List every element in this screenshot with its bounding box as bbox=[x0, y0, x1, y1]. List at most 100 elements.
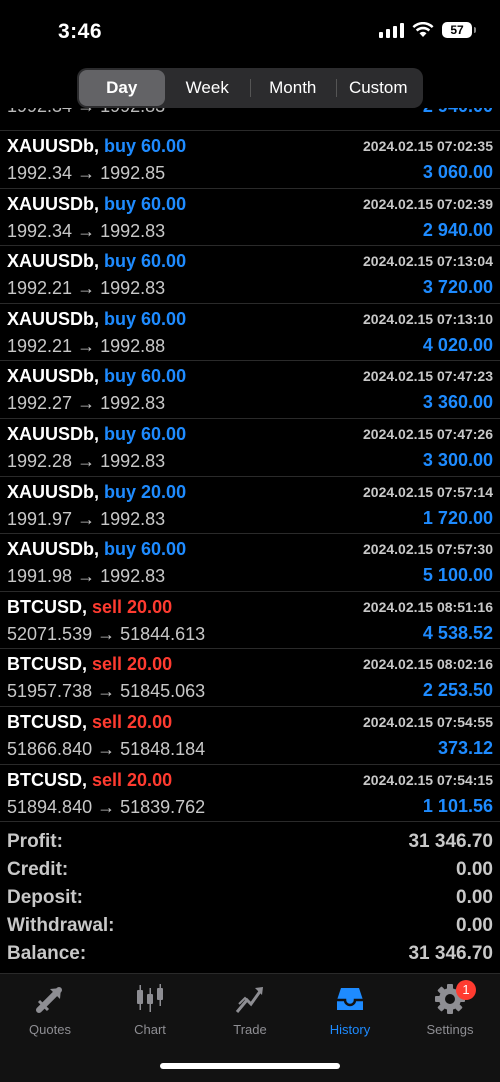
deal-title: XAUUSDb, buy 60.00 bbox=[7, 539, 186, 560]
partial-row-profit: 2 940.00 bbox=[423, 108, 493, 117]
deal-symbol: XAUUSDb, bbox=[7, 308, 100, 329]
chart-icon bbox=[100, 982, 200, 1016]
deal-symbol: XAUUSDb, bbox=[7, 481, 100, 502]
deal-title: BTCUSD, sell 20.00 bbox=[7, 597, 172, 618]
deal-prices: 1992.21 → 1992.88 bbox=[7, 335, 166, 356]
deal-row[interactable]: XAUUSDb, buy 60.00 2024.02.15 07:57:30 199… bbox=[0, 534, 500, 592]
deal-profit: 2 253.50 bbox=[422, 680, 493, 701]
partial-deal-row[interactable]: 1992.34 → 1992.83 2 940.00 bbox=[0, 108, 500, 131]
deal-time: 2024.02.15 07:02:39 bbox=[363, 195, 493, 212]
deal-symbol: BTCUSD, bbox=[7, 654, 87, 675]
settings-icon bbox=[400, 982, 500, 1016]
deal-side-volume: sell 20.00 bbox=[92, 596, 173, 617]
wifi-icon bbox=[412, 22, 434, 37]
deal-time: 2024.02.15 07:57:30 bbox=[363, 541, 493, 558]
deal-time: 2024.02.15 07:54:15 bbox=[363, 771, 493, 788]
deal-row[interactable]: XAUUSDb, buy 60.00 2024.02.15 07:47:23 199… bbox=[0, 361, 500, 419]
deal-side-volume: buy 60.00 bbox=[104, 423, 187, 444]
deal-symbol: XAUUSDb, bbox=[7, 251, 100, 272]
deal-prices: 1992.27 → 1992.83 bbox=[7, 393, 166, 414]
deal-prices: 51957.738 → 51845.063 bbox=[7, 681, 206, 702]
summary-value: 31 346.70 bbox=[408, 831, 493, 852]
deal-symbol: BTCUSD, bbox=[7, 769, 87, 790]
deal-row[interactable]: XAUUSDb, buy 60.00 2024.02.15 07:13:10 199… bbox=[0, 304, 500, 362]
tab-bar-trade[interactable]: Trade bbox=[200, 982, 300, 1037]
notification-badge: 1 bbox=[456, 980, 476, 1000]
deal-row[interactable]: XAUUSDb, buy 20.00 2024.02.15 07:57:14 199… bbox=[0, 477, 500, 535]
tab-bar-history[interactable]: History bbox=[300, 982, 400, 1037]
deal-symbol: BTCUSD, bbox=[7, 711, 87, 732]
deals-list[interactable]: 1992.34 → 1992.83 2 940.00 XAUUSDb, buy … bbox=[0, 108, 500, 828]
deal-side-volume: buy 60.00 bbox=[104, 366, 187, 387]
summary-value: 0.00 bbox=[456, 859, 493, 880]
history-icon bbox=[300, 982, 400, 1016]
tab-label: Quotes bbox=[29, 1022, 71, 1037]
deal-title: BTCUSD, sell 20.00 bbox=[7, 770, 172, 791]
deal-time: 2024.02.15 07:57:14 bbox=[363, 483, 493, 500]
deal-row[interactable]: BTCUSD, sell 20.00 2024.02.15 07:54:15 518… bbox=[0, 765, 500, 823]
deal-prices: 1992.28 → 1992.83 bbox=[7, 450, 166, 471]
deal-row[interactable]: BTCUSD, sell 20.00 2024.02.15 08:02:16 519… bbox=[0, 649, 500, 707]
deal-symbol: BTCUSD, bbox=[7, 596, 87, 617]
deal-prices: 1992.34 → 1992.83 bbox=[7, 220, 166, 241]
deal-profit: 1 101.56 bbox=[422, 795, 493, 816]
deal-side-volume: buy 60.00 bbox=[104, 539, 187, 560]
home-indicator bbox=[160, 1063, 340, 1069]
deal-side-volume: buy 20.00 bbox=[104, 481, 187, 502]
tab-day[interactable]: Day bbox=[79, 70, 165, 106]
history-screen: 3:46 57 DayWeekMonthCustom 1992.34 → 199… bbox=[0, 0, 500, 1082]
cellular-signal-icon bbox=[379, 22, 404, 38]
summary-credit: Credit: 0.00 bbox=[0, 856, 500, 884]
summary-balance: Balance: 31 346.70 bbox=[0, 940, 500, 968]
deal-row[interactable]: XAUUSDb, buy 60.00 2024.02.15 07:47:26 199… bbox=[0, 419, 500, 477]
summary-deposit: Deposit: 0.00 bbox=[0, 884, 500, 912]
deal-row[interactable]: XAUUSDb, buy 60.00 2024.02.15 07:02:39 199… bbox=[0, 189, 500, 247]
tab-week[interactable]: Week bbox=[165, 70, 251, 106]
deal-prices: 51866.840 → 51848.184 bbox=[7, 738, 206, 759]
deal-time: 2024.02.15 08:02:16 bbox=[363, 656, 493, 673]
deal-title: XAUUSDb, buy 60.00 bbox=[7, 194, 186, 215]
tab-label: History bbox=[329, 1022, 371, 1037]
tab-custom[interactable]: Custom bbox=[335, 70, 422, 106]
deal-row[interactable]: XAUUSDb, buy 60.00 2024.02.15 07:13:04 199… bbox=[0, 246, 500, 304]
deal-symbol: XAUUSDb, bbox=[7, 366, 100, 387]
deal-symbol: XAUUSDb, bbox=[7, 539, 100, 560]
deal-row[interactable]: XAUUSDb, buy 60.00 2024.02.15 07:02:35 199… bbox=[0, 131, 500, 189]
deal-time: 2024.02.15 07:02:35 bbox=[363, 138, 493, 154]
summary-value: 0.00 bbox=[456, 887, 493, 908]
deal-symbol: XAUUSDb, bbox=[7, 136, 100, 156]
deal-side-volume: buy 60.00 bbox=[104, 136, 187, 156]
deal-profit: 5 100.00 bbox=[422, 565, 493, 586]
deal-row[interactable]: BTCUSD, sell 20.00 2024.02.15 08:51:16 520… bbox=[0, 592, 500, 650]
deal-side-volume: sell 20.00 bbox=[92, 654, 173, 675]
tab-bar-quotes[interactable]: Quotes bbox=[0, 982, 100, 1037]
status-bar: 3:46 57 bbox=[0, 0, 500, 68]
deal-profit: 2 940.00 bbox=[422, 219, 493, 240]
trade-icon bbox=[200, 982, 300, 1016]
deal-prices: 1991.98 → 1992.83 bbox=[7, 566, 166, 587]
deal-time: 2024.02.15 08:51:16 bbox=[363, 598, 493, 615]
deal-symbol: XAUUSDb, bbox=[7, 193, 100, 214]
deal-profit: 1 720.00 bbox=[422, 507, 493, 528]
deal-profit: 3 300.00 bbox=[422, 449, 493, 470]
tab-month[interactable]: Month bbox=[250, 70, 336, 106]
deal-row[interactable]: BTCUSD, sell 20.00 2024.02.15 07:54:55 518… bbox=[0, 707, 500, 765]
deal-profit: 3 720.00 bbox=[422, 277, 493, 298]
tab-label: Trade bbox=[233, 1022, 267, 1037]
deal-profit: 373.12 bbox=[437, 737, 493, 758]
deal-title: XAUUSDb, buy 60.00 bbox=[7, 424, 186, 445]
tab-bar-settings[interactable]: Settings 1 bbox=[400, 980, 500, 1037]
tab-bar-chart[interactable]: Chart bbox=[100, 982, 200, 1037]
deal-profit: 4 538.52 bbox=[422, 622, 493, 643]
deal-title: XAUUSDb, buy 60.00 bbox=[7, 136, 186, 157]
deal-time: 2024.02.15 07:47:23 bbox=[363, 368, 493, 385]
summary-label: Profit: bbox=[7, 831, 63, 852]
deal-time: 2024.02.15 07:47:26 bbox=[363, 425, 493, 442]
deal-side-volume: buy 60.00 bbox=[104, 308, 187, 329]
deal-side-volume: buy 60.00 bbox=[104, 193, 187, 214]
deal-title: XAUUSDb, buy 60.00 bbox=[7, 309, 186, 330]
deal-title: XAUUSDb, buy 20.00 bbox=[7, 482, 186, 503]
status-icons: 57 bbox=[379, 22, 476, 38]
deal-symbol: XAUUSDb, bbox=[7, 423, 100, 444]
deal-side-volume: sell 20.00 bbox=[92, 769, 173, 790]
